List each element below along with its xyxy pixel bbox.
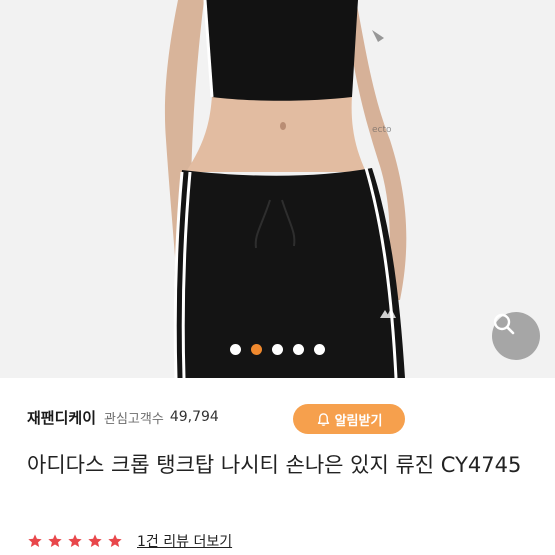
favorite-count: 49,794 [169,409,219,425]
shop-name[interactable]: 재팬디케이 [27,407,96,428]
rating-row: 1건 리뷰 더보기 [27,530,232,552]
review-more-link[interactable]: 1건 리뷰 더보기 [137,531,232,551]
product-photo[interactable]: ecto [0,0,555,378]
star-icon [28,534,42,547]
svg-text:ecto: ecto [372,125,392,135]
shop-info-row: 재팬디케이 관심고객수 49,794 알림받기 [27,402,540,434]
star-rating [27,533,127,549]
alarm-button[interactable]: 알림받기 [293,404,405,434]
gallery-dot-2[interactable] [251,344,262,355]
gallery-dot-3[interactable] [272,344,283,355]
gallery-dot-5[interactable] [314,344,325,355]
alarm-button-label: 알림받기 [334,413,383,429]
gallery-pagination [0,344,555,356]
favorite-label: 관심고객수 [104,411,164,427]
star-icon [48,534,62,547]
star-icon [108,534,122,547]
gallery-dot-1[interactable] [230,344,241,355]
bell-icon [317,412,329,426]
star-icon [88,534,102,547]
product-title: 아디다스 크롭 탱크탑 나시티 손나은 있지 류진 CY4745 [27,453,522,477]
star-icon [68,534,82,547]
model-illustration: ecto [0,0,555,378]
magnifier-icon [493,313,515,335]
zoom-button[interactable] [492,312,540,360]
gallery-dot-4[interactable] [293,344,304,355]
